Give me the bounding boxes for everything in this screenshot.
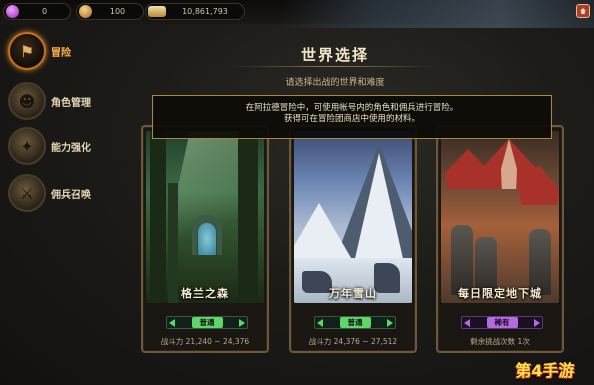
next-difficulty-icon[interactable]: [239, 319, 245, 327]
world-card-snow-mountain[interactable]: 万年雪山 普通 战斗力 24,376 ~ 27,512: [289, 125, 417, 353]
power-range: 战斗力 21,240 ~ 24,376: [160, 337, 250, 346]
world-card-daily-dungeon[interactable]: 每日限定地下城 稀有 剩余挑战次数 1次: [436, 125, 564, 353]
recruit-icon: ⚔: [8, 174, 46, 212]
title-divider: [232, 66, 437, 67]
sidebar: ⚑ 冒险 ☻ 角色管理 ✦ 能力强化 ⚔ 佣兵召唤: [0, 24, 104, 385]
coin-counter: 100: [76, 3, 144, 20]
sidebar-item-recruit[interactable]: ⚔ 佣兵召唤: [8, 172, 104, 214]
difficulty-label: 普通: [339, 317, 371, 328]
prev-difficulty-icon[interactable]: [317, 319, 323, 327]
home-icon[interactable]: [576, 4, 590, 18]
gold-bar-icon: [148, 6, 166, 17]
coin-icon: [79, 5, 92, 18]
card-info: 普通 战斗力 24,376 ~ 27,512: [294, 307, 412, 348]
difficulty-label: 普通: [191, 317, 223, 328]
town-backdrop: [280, 0, 594, 28]
remaining-attempts: 剩余挑战次数 1次: [470, 337, 530, 346]
tooltip-line: 获得可在冒险团商店中使用的材料。: [283, 114, 420, 124]
forest-artwork: [146, 131, 264, 303]
snow-mountain-artwork: [294, 131, 412, 303]
difficulty-label: 稀有: [486, 317, 518, 328]
sidebar-item-character[interactable]: ☻ 角色管理: [8, 80, 104, 122]
next-difficulty-icon[interactable]: [387, 319, 393, 327]
power-range: 战斗力 24,376 ~ 27,512: [308, 337, 398, 346]
difficulty-selector[interactable]: 普通: [314, 316, 396, 329]
coin-value: 100: [109, 7, 126, 16]
sidebar-item-label: 冒险: [51, 47, 71, 59]
gold-counter: 10,861,793: [145, 3, 245, 20]
sidebar-item-label: 角色管理: [51, 97, 91, 109]
card-info: 普通 战斗力 21,240 ~ 24,376: [146, 307, 264, 348]
next-difficulty-icon[interactable]: [534, 319, 540, 327]
prev-difficulty-icon[interactable]: [464, 319, 470, 327]
daily-dungeon-artwork: [441, 131, 559, 303]
difficulty-selector[interactable]: 稀有: [461, 316, 543, 329]
sidebar-item-label: 能力强化: [51, 142, 91, 154]
tooltip-line: 在阿拉德冒险中，可使用帐号内的角色和佣兵进行冒险。: [245, 103, 459, 113]
difficulty-selector[interactable]: 普通: [166, 316, 248, 329]
gold-value: 10,861,793: [182, 7, 228, 16]
world-name: 格兰之森: [181, 287, 229, 300]
prev-difficulty-icon[interactable]: [169, 319, 175, 327]
page-subtitle: 请选择出战的世界和难度: [285, 78, 385, 88]
world-card-forest[interactable]: 格兰之森 普通 战斗力 21,240 ~ 24,376: [141, 125, 269, 353]
info-tooltip: 在阿拉德冒险中，可使用帐号内的角色和佣兵进行冒险。 获得可在冒险团商店中使用的材…: [152, 95, 552, 139]
world-name: 万年雪山: [329, 287, 377, 300]
watermark: 第4手游: [515, 361, 575, 380]
gem-icon: [6, 5, 19, 18]
character-icon: ☻: [8, 82, 46, 120]
gem-value: 0: [41, 7, 48, 16]
sidebar-item-adventure[interactable]: ⚑ 冒险: [8, 30, 104, 72]
page-title: 世界选择: [300, 46, 369, 64]
sidebar-item-power[interactable]: ✦ 能力强化: [8, 125, 104, 167]
sidebar-item-label: 佣兵召唤: [51, 189, 91, 201]
card-info: 稀有 剩余挑战次数 1次: [441, 307, 559, 348]
power-up-icon: ✦: [8, 127, 46, 165]
adventure-icon: ⚑: [8, 32, 46, 70]
gem-counter: 0: [3, 3, 71, 20]
world-name: 每日限定地下城: [458, 287, 542, 300]
